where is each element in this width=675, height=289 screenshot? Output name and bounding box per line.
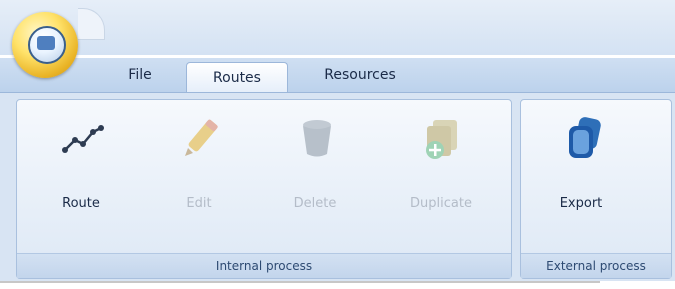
divider	[0, 281, 600, 283]
edit-button-label: Edit	[186, 196, 212, 211]
trash-icon	[303, 120, 331, 157]
pencil-icon	[185, 119, 218, 156]
export-button[interactable]: Export	[536, 112, 626, 222]
group-label-external-process: External process	[521, 253, 671, 278]
duplicate-icon	[426, 120, 457, 159]
app-logo-icon	[28, 26, 66, 64]
delete-button[interactable]: Delete	[270, 112, 360, 222]
route-button[interactable]: Route	[36, 112, 126, 222]
tab-routes[interactable]: Routes	[186, 62, 288, 93]
export-icon	[569, 117, 601, 158]
duplicate-button-label: Duplicate	[410, 196, 472, 211]
group-label-internal-process: Internal process	[17, 253, 511, 278]
export-button-label: Export	[559, 196, 603, 211]
duplicate-button[interactable]: Duplicate	[396, 112, 486, 222]
application-menu-button[interactable]	[12, 12, 78, 78]
tab-resources[interactable]: Resources	[300, 60, 420, 90]
tab-file[interactable]: File	[112, 60, 168, 90]
delete-button-label: Delete	[293, 196, 337, 211]
edit-button[interactable]: Edit	[154, 112, 244, 222]
route-button-label: Route	[62, 196, 100, 211]
route-icon	[62, 125, 104, 153]
